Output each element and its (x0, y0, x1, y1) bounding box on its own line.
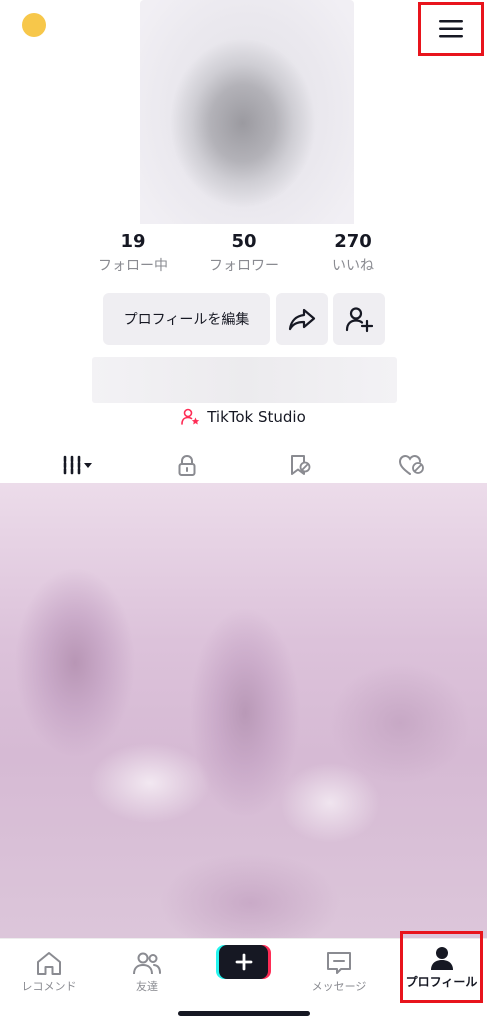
followers-label: フォロワー (209, 258, 279, 274)
followers-count: 50 (231, 231, 257, 252)
studio-link-label: TikTok Studio (207, 408, 306, 426)
following-count: 19 (120, 231, 146, 252)
following-stat[interactable]: 19 フォロー中 (78, 230, 188, 276)
following-label: フォロー中 (98, 258, 168, 274)
profile-actions: プロフィールを編集 (0, 293, 487, 345)
likes-count: 270 (334, 231, 372, 252)
hamburger-menu-icon (439, 20, 463, 38)
content-tabs (0, 447, 487, 483)
friends-icon (133, 952, 161, 975)
nav-home-label: レコメンド (21, 980, 77, 993)
bookmark-icon (291, 455, 311, 475)
nav-profile[interactable]: プロフィール (400, 931, 483, 1003)
nav-friends-label: 友達 (136, 980, 158, 993)
share-icon (288, 308, 316, 331)
liked-icon (398, 454, 424, 475)
add-friend-button[interactable] (333, 293, 385, 345)
tab-saved[interactable] (270, 447, 330, 483)
grid-icon (63, 455, 92, 475)
tab-liked[interactable] (382, 447, 442, 483)
likes-stat[interactable]: 270 いいね (298, 230, 408, 276)
home-icon (37, 952, 61, 975)
lock-icon (178, 454, 196, 476)
profile-icon (430, 947, 453, 970)
message-icon (327, 952, 351, 974)
studio-user-icon (181, 408, 200, 425)
followers-stat[interactable]: 50 フォロワー (189, 230, 299, 276)
nav-messages-label: メッセージ (311, 980, 367, 993)
profile-stats: 19 フォロー中 50 フォロワー 270 いいね (0, 230, 487, 280)
tab-videos[interactable] (49, 447, 109, 483)
tab-private[interactable] (157, 447, 217, 483)
share-profile-button[interactable] (276, 293, 328, 345)
likes-label: いいね (332, 258, 374, 274)
tiktok-studio-link[interactable]: TikTok Studio (0, 406, 487, 428)
nav-friends[interactable]: 友達 (122, 939, 172, 1005)
nav-messages[interactable]: メッセージ (304, 939, 374, 1005)
profile-bio (92, 357, 397, 403)
status-indicator (22, 13, 46, 37)
nav-profile-label: プロフィール (405, 975, 478, 989)
home-indicator (178, 1011, 310, 1016)
create-button[interactable] (219, 945, 268, 979)
nav-home[interactable]: レコメンド (18, 939, 80, 1005)
add-user-icon (345, 307, 373, 333)
video-grid[interactable] (0, 483, 487, 938)
edit-profile-button[interactable]: プロフィールを編集 (103, 293, 270, 345)
plus-icon (235, 953, 252, 971)
menu-button[interactable] (418, 2, 484, 56)
profile-avatar[interactable] (140, 0, 354, 224)
